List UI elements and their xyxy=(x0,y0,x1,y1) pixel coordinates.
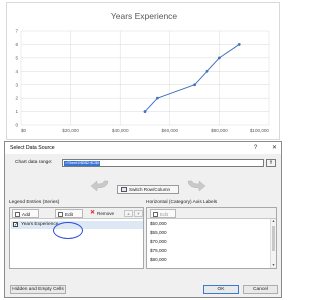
y-tick-label: 1 xyxy=(15,109,18,114)
move-up-button[interactable]: ▲ xyxy=(124,210,133,217)
move-down-button[interactable]: ▼ xyxy=(134,210,143,217)
edit-axis-button[interactable]: Edit xyxy=(150,209,176,218)
legend-toolbar: Add Edit ✕ Remove ▲ ▼ xyxy=(10,208,143,219)
select-data-source-dialog: Select Data Source ? ✕ Chart data range:… xyxy=(4,141,282,298)
y-tick-label: 6 xyxy=(15,42,18,47)
add-series-button[interactable]: Add xyxy=(12,209,39,218)
switch-row-column-label: Switch Row/Column xyxy=(129,187,171,192)
add-icon xyxy=(15,212,20,217)
dialog-title: Select Data Source xyxy=(10,145,55,151)
series-checkbox[interactable]: ✓ xyxy=(13,222,18,228)
series-name: Years Experience xyxy=(21,222,59,227)
x-tick-label: $80,000 xyxy=(211,128,228,133)
edit-icon xyxy=(58,212,63,217)
chart-data-range-label: Chart data range: xyxy=(15,160,53,165)
edit-axis-icon xyxy=(153,212,158,217)
scroll-down-icon[interactable]: ▼ xyxy=(271,263,276,268)
curved-arrow-right-icon xyxy=(187,180,206,192)
y-tick-label: 0 xyxy=(15,123,18,128)
axis-labels-label: Horizontal (Category) Axis Labels xyxy=(146,200,218,205)
axis-list-item[interactable]: $55,000 xyxy=(150,230,167,235)
data-point xyxy=(143,110,147,113)
x-tick-label: $0 xyxy=(21,128,27,133)
edit-series-button[interactable]: Edit xyxy=(55,209,83,218)
data-point xyxy=(156,96,159,100)
chart-area: Years Experience 0 1 2 3 4 5 6 7 $0 $20,000 $40,00… xyxy=(6,2,280,140)
y-tick-label: 7 xyxy=(15,29,18,34)
axis-list-item[interactable]: $75,000 xyxy=(150,248,167,253)
y-tick-label: 5 xyxy=(15,55,18,60)
axis-labels-panel: Edit $50,000 $55,000 $70,000 $75,000 $80… xyxy=(146,207,277,269)
y-tick-label: 4 xyxy=(15,69,18,74)
y-tick-label: 2 xyxy=(15,96,18,101)
axis-toolbar: Edit xyxy=(147,208,276,219)
legend-entries-panel: Add Edit ✕ Remove ▲ ▼ ✓ Years Experience xyxy=(9,207,144,269)
data-point xyxy=(193,83,197,87)
data-point xyxy=(218,56,221,60)
x-tick-label: $100,000 xyxy=(250,128,270,133)
chart-data-range-value: =Sheet1!$B$2:$C$9 xyxy=(64,161,101,166)
collapse-arrow-icon: ⇑ xyxy=(268,160,274,166)
scatter-chart: Years Experience 0 1 2 3 4 5 6 7 $0 $20,000 $40,00… xyxy=(15,11,270,133)
collapse-dialog-button[interactable]: ⇑ xyxy=(266,159,276,167)
data-point xyxy=(237,43,241,46)
chart-data-range-input[interactable]: =Sheet1!$B$2:$C$9 xyxy=(62,159,264,167)
x-tick-label: $20,000 xyxy=(62,128,79,133)
scroll-thumb[interactable] xyxy=(272,226,275,251)
remove-series-button[interactable]: ✕ Remove xyxy=(88,209,122,218)
legend-entries-label: Legend Entries (Series) xyxy=(9,200,60,205)
hidden-empty-cells-button[interactable]: Hidden and Empty Cells xyxy=(10,285,66,294)
dialog-titlebar: Select Data Source ? ✕ xyxy=(5,142,281,154)
edit-series-label: Edit xyxy=(65,212,73,217)
switch-row-column-button[interactable]: Switch Row/Column xyxy=(117,185,179,194)
axis-list-item[interactable]: $50,000 xyxy=(150,221,167,226)
chart-title: Years Experience xyxy=(111,11,178,21)
data-point xyxy=(205,69,209,73)
edit-axis-label: Edit xyxy=(160,212,168,217)
remove-series-label: Remove xyxy=(97,211,115,216)
add-series-label: Add xyxy=(22,212,31,217)
switch-icon xyxy=(121,187,127,192)
curved-arrow-left-icon xyxy=(90,180,109,192)
series-line xyxy=(144,44,240,112)
y-tick-label: 3 xyxy=(15,82,18,87)
ok-button[interactable]: OK xyxy=(203,285,239,294)
scroll-up-icon[interactable]: ▲ xyxy=(271,219,276,224)
help-button[interactable]: ? xyxy=(251,144,260,152)
close-button[interactable]: ✕ xyxy=(270,144,279,152)
cancel-button[interactable]: Cancel xyxy=(243,285,278,294)
axis-scrollbar[interactable]: ▲ ▼ xyxy=(270,219,276,268)
x-tick-label: $60,000 xyxy=(161,128,178,133)
axis-list-item[interactable]: $80,000 xyxy=(150,257,167,262)
x-tick-label: $40,000 xyxy=(112,128,129,133)
remove-icon: ✕ xyxy=(90,210,96,216)
axis-list-item[interactable]: $70,000 xyxy=(150,239,167,244)
highlight-circle xyxy=(53,222,83,239)
